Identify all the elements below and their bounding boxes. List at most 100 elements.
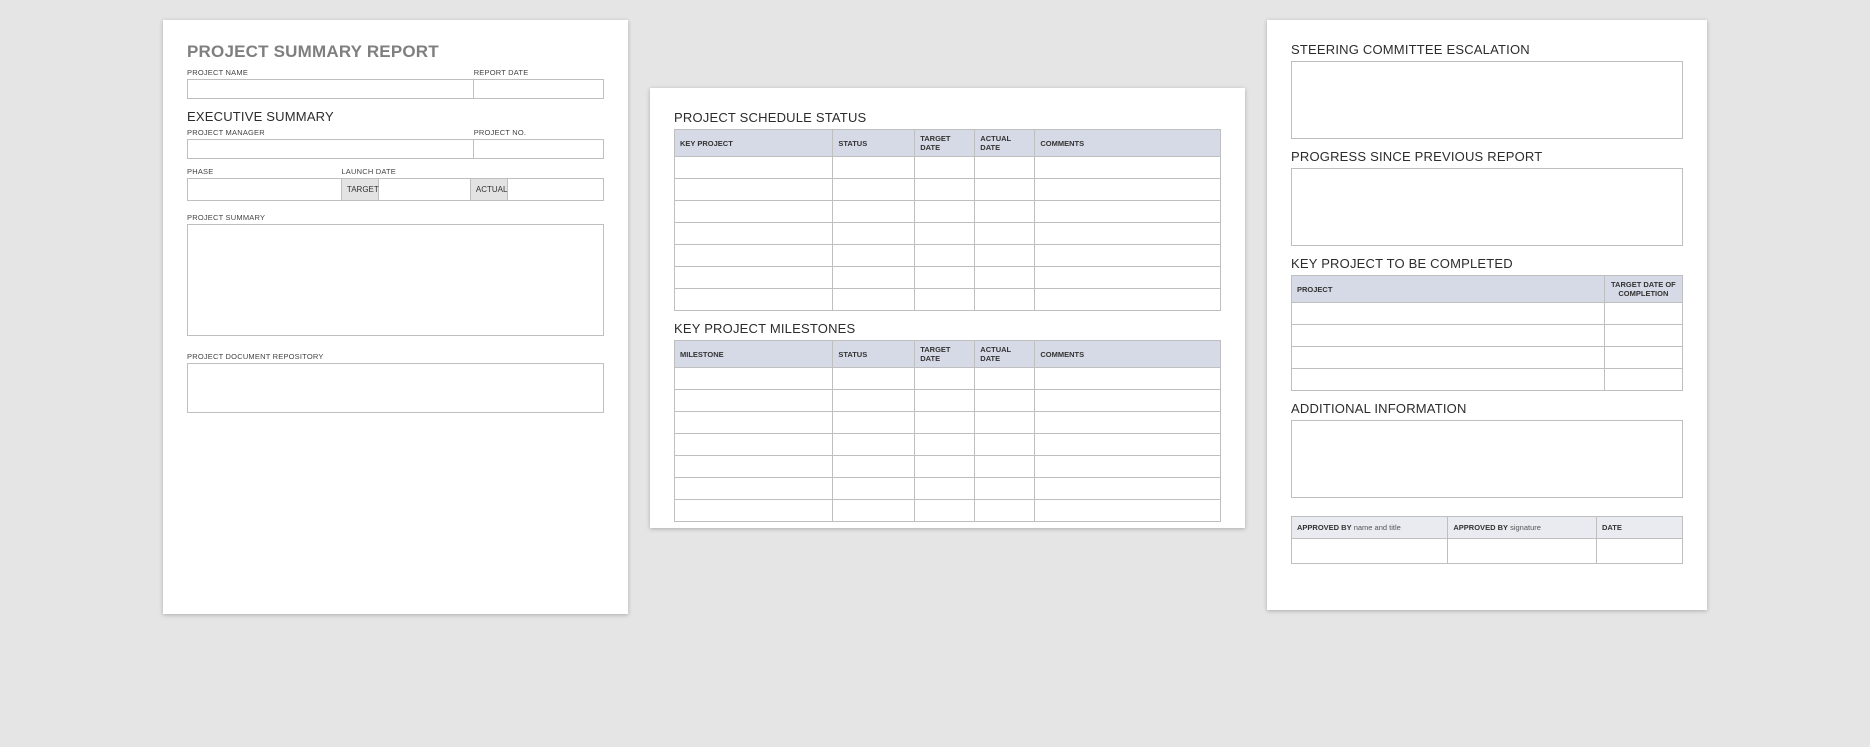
table-cell[interactable] [1035,434,1221,456]
repo-textarea[interactable] [187,363,604,413]
table-cell[interactable] [975,390,1035,412]
table-cell[interactable] [675,223,833,245]
project-no-label: PROJECT NO. [474,128,604,137]
report-date-input[interactable] [473,79,604,99]
table-cell[interactable] [675,478,833,500]
table-cell[interactable] [915,245,975,267]
actual-input[interactable] [508,179,604,201]
row-pm-projectno-boxes [187,139,604,159]
table-cell[interactable] [1604,303,1682,325]
table-cell[interactable] [1292,347,1605,369]
table-cell[interactable] [975,412,1035,434]
approve-date-input[interactable] [1596,539,1682,564]
progress-textarea[interactable] [1291,168,1683,246]
key-header-row: PROJECT TARGET DATE OF COMPLETION [1292,276,1683,303]
table-cell[interactable] [975,478,1035,500]
table-cell[interactable] [915,456,975,478]
table-cell[interactable] [915,267,975,289]
table-cell[interactable] [833,179,915,201]
phase-label: PHASE [187,167,341,176]
table-cell[interactable] [675,289,833,311]
table-cell[interactable] [675,368,833,390]
table-cell[interactable] [1292,325,1605,347]
project-no-input[interactable] [473,139,604,159]
table-cell[interactable] [675,157,833,179]
table-cell[interactable] [675,500,833,522]
table-cell[interactable] [1292,303,1605,325]
table-cell[interactable] [833,267,915,289]
table-cell[interactable] [833,412,915,434]
target-input[interactable] [379,179,471,201]
table-cell[interactable] [675,179,833,201]
table-cell[interactable] [833,456,915,478]
table-cell[interactable] [675,434,833,456]
table-cell[interactable] [975,245,1035,267]
approve-name-input[interactable] [1292,539,1448,564]
table-cell[interactable] [975,179,1035,201]
table-cell[interactable] [1035,201,1221,223]
table-cell[interactable] [975,368,1035,390]
table-cell[interactable] [1035,289,1221,311]
table-cell[interactable] [1035,157,1221,179]
steering-textarea[interactable] [1291,61,1683,139]
table-cell[interactable] [915,500,975,522]
phase-input[interactable] [188,179,342,201]
table-cell[interactable] [833,368,915,390]
table-cell[interactable] [975,267,1035,289]
table-cell[interactable] [1035,500,1221,522]
table-cell[interactable] [915,179,975,201]
table-cell[interactable] [675,245,833,267]
table-cell[interactable] [675,267,833,289]
table-cell[interactable] [1035,267,1221,289]
table-cell[interactable] [975,434,1035,456]
table-cell[interactable] [1035,223,1221,245]
project-summary-textarea[interactable] [187,224,604,336]
project-manager-input[interactable] [187,139,473,159]
table-cell[interactable] [915,478,975,500]
key-h2: TARGET DATE OF COMPLETION [1604,276,1682,303]
table-cell[interactable] [1035,179,1221,201]
table-cell[interactable] [833,500,915,522]
table-cell[interactable] [833,223,915,245]
table-cell[interactable] [975,157,1035,179]
table-cell[interactable] [1035,368,1221,390]
table-cell[interactable] [675,390,833,412]
table-cell[interactable] [915,434,975,456]
table-cell[interactable] [833,478,915,500]
approve-signature-input[interactable] [1448,539,1597,564]
table-cell[interactable] [833,157,915,179]
table-cell[interactable] [833,434,915,456]
table-cell[interactable] [915,289,975,311]
table-cell[interactable] [915,390,975,412]
table-cell[interactable] [915,223,975,245]
table-cell[interactable] [915,201,975,223]
table-cell[interactable] [1604,369,1682,391]
table-cell[interactable] [975,500,1035,522]
table-cell[interactable] [1035,456,1221,478]
table-cell[interactable] [975,289,1035,311]
table-cell[interactable] [833,289,915,311]
table-cell[interactable] [915,157,975,179]
table-cell[interactable] [1604,347,1682,369]
key-tbody [1292,303,1683,391]
table-cell[interactable] [1604,325,1682,347]
table-cell[interactable] [1035,412,1221,434]
table-cell[interactable] [915,412,975,434]
table-row [675,223,1221,245]
table-cell[interactable] [975,456,1035,478]
table-cell[interactable] [915,368,975,390]
table-cell[interactable] [675,456,833,478]
table-cell[interactable] [1035,390,1221,412]
table-cell[interactable] [833,201,915,223]
project-name-input[interactable] [187,79,473,99]
table-cell[interactable] [833,245,915,267]
table-cell[interactable] [675,201,833,223]
table-cell[interactable] [833,390,915,412]
table-cell[interactable] [1292,369,1605,391]
additional-textarea[interactable] [1291,420,1683,498]
table-cell[interactable] [1035,245,1221,267]
table-cell[interactable] [975,223,1035,245]
table-cell[interactable] [1035,478,1221,500]
table-cell[interactable] [975,201,1035,223]
table-cell[interactable] [675,412,833,434]
